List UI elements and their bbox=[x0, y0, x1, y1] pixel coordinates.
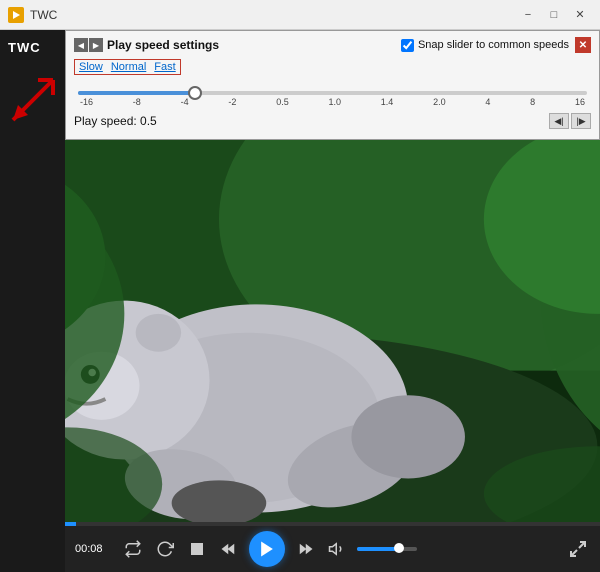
volume-slider[interactable] bbox=[357, 547, 417, 551]
snap-checkbox-label[interactable]: Snap slider to common speeds bbox=[401, 39, 569, 52]
tick-label-1: -16 bbox=[80, 97, 93, 107]
title-bar-left: TWC bbox=[8, 7, 57, 23]
tick-label-6: 1.0 bbox=[328, 97, 341, 107]
play-speed-text: Play speed: 0.5 bbox=[74, 114, 157, 128]
popup-right: Snap slider to common speeds ✕ bbox=[401, 37, 591, 53]
volume-thumb bbox=[394, 543, 404, 553]
speed-fast[interactable]: Fast bbox=[150, 60, 179, 74]
speed-labels-container: Slow Normal Fast bbox=[74, 59, 181, 75]
loop-button[interactable] bbox=[121, 537, 145, 561]
window-controls: − □ ✕ bbox=[516, 4, 592, 26]
stop-button[interactable] bbox=[185, 537, 209, 561]
popup-next-button[interactable]: ▶ bbox=[89, 38, 103, 52]
minimize-button[interactable]: − bbox=[516, 4, 540, 26]
fine-forward-button[interactable]: |▶ bbox=[571, 113, 591, 129]
volume-fill bbox=[357, 547, 399, 551]
play-speed-row: Play speed: 0.5 ◀| |▶ bbox=[74, 113, 591, 129]
refresh-button[interactable] bbox=[153, 537, 177, 561]
speed-normal[interactable]: Normal bbox=[107, 60, 150, 74]
speed-slider-thumb[interactable] bbox=[188, 86, 202, 100]
tick-label-3: -4 bbox=[181, 97, 189, 107]
tick-label-5: 0.5 bbox=[276, 97, 289, 107]
fine-controls: ◀| |▶ bbox=[549, 113, 591, 129]
video-area: ◀ ▶ Play speed settings Snap slider to c… bbox=[65, 30, 600, 572]
popup-nav: ◀ ▶ bbox=[74, 38, 103, 52]
popup-header: ◀ ▶ Play speed settings Snap slider to c… bbox=[74, 37, 591, 53]
title-bar: TWC − □ ✕ bbox=[0, 0, 600, 30]
main-content: TWC ◀ bbox=[0, 30, 600, 572]
tick-label-11: 16 bbox=[575, 97, 585, 107]
rewind-button[interactable] bbox=[217, 537, 241, 561]
speed-slider-container: -16 -8 -4 -2 0.5 1.0 1.4 2.0 4 8 16 bbox=[74, 91, 591, 107]
progress-bar[interactable] bbox=[65, 522, 600, 526]
app-icon bbox=[8, 7, 24, 23]
maximize-button[interactable]: □ bbox=[542, 4, 566, 26]
volume-button[interactable] bbox=[325, 537, 349, 561]
close-button[interactable]: ✕ bbox=[568, 4, 592, 26]
time-display: 00:08 bbox=[75, 543, 113, 555]
tick-label-9: 4 bbox=[485, 97, 490, 107]
arrow-indicator bbox=[8, 75, 58, 130]
tick-label-7: 1.4 bbox=[381, 97, 394, 107]
app-title: TWC bbox=[30, 8, 57, 22]
forward-button[interactable] bbox=[293, 537, 317, 561]
fullscreen-button[interactable] bbox=[566, 537, 590, 561]
popup-close-button[interactable]: ✕ bbox=[575, 37, 591, 53]
popup-title: Play speed settings bbox=[107, 38, 219, 52]
snap-label: Snap slider to common speeds bbox=[418, 39, 569, 51]
popup-header-left: ◀ ▶ Play speed settings bbox=[74, 38, 219, 52]
speed-slow[interactable]: Slow bbox=[75, 60, 107, 74]
tick-label-2: -8 bbox=[133, 97, 141, 107]
sidebar: TWC bbox=[0, 30, 65, 572]
tick-label-10: 8 bbox=[530, 97, 535, 107]
speed-slider-track bbox=[78, 91, 587, 95]
play-speed-popup: ◀ ▶ Play speed settings Snap slider to c… bbox=[65, 30, 600, 140]
controls-bar: 00:08 bbox=[65, 526, 600, 572]
slider-labels: -16 -8 -4 -2 0.5 1.0 1.4 2.0 4 8 16 bbox=[78, 97, 587, 107]
snap-checkbox-input[interactable] bbox=[401, 39, 414, 52]
sidebar-title: TWC bbox=[8, 40, 41, 55]
play-button[interactable] bbox=[249, 531, 285, 567]
tick-label-8: 2.0 bbox=[433, 97, 446, 107]
progress-fill bbox=[65, 522, 76, 526]
speed-slider-fill bbox=[78, 91, 195, 95]
popup-prev-button[interactable]: ◀ bbox=[74, 38, 88, 52]
fine-back-button[interactable]: ◀| bbox=[549, 113, 569, 129]
tick-label-4: -2 bbox=[228, 97, 236, 107]
